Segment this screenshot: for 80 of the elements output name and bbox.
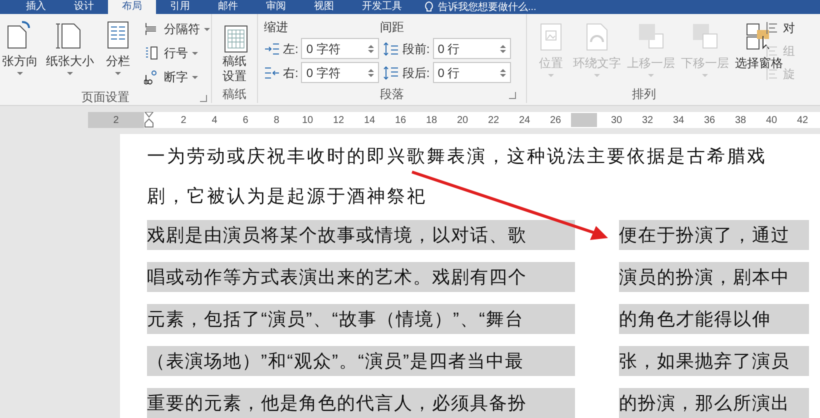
ribbon-tab[interactable]: 开发工具 [348,0,416,14]
field-label: 右: [283,64,298,82]
dropdown-caret-icon [67,72,73,75]
spinner-arrows-icon[interactable] [368,42,374,54]
ribbon-button[interactable]: 分栏 [100,18,136,75]
ruler-number: 26 [548,114,562,128]
dropdown-caret-icon [204,28,210,30]
ruler-number: 34 [672,114,686,128]
field-label: 段后: [402,64,430,82]
dialog-launcher-icon[interactable] [200,95,207,102]
dropdown-caret-icon [17,72,23,75]
ribbon-button[interactable]: 纸张大小 [44,18,96,75]
ribbon-button[interactable]: 断字 [144,66,210,88]
text-line: 剧，它被认为是起源于酒神祭祀 [147,185,427,208]
ribbon-tab[interactable]: 邮件 [204,0,252,14]
dropdown-caret-icon [192,76,198,78]
ruler-number: 18 [424,114,438,128]
ribbon-tab[interactable]: 布局 [108,0,156,14]
field-label: 左: [283,40,298,58]
dropdown-caret-icon [548,74,554,77]
ruler-number: 2 [180,114,188,128]
ruler-number: 20 [456,114,470,128]
ribbon-button[interactable]: 稿纸设置 [218,22,250,85]
ribbon-tab[interactable]: 审阅 [252,0,300,14]
spin-field[interactable]: 0 行 [432,38,511,59]
dropdown-caret-icon [192,52,198,54]
group-label: 页面设置 [82,89,130,106]
ribbon-button[interactable]: 行号 [144,42,210,64]
ruler-number: 32 [640,114,654,128]
indent-left-icon [264,40,280,56]
dropdown-caret-icon [648,74,654,77]
ruler-number: 24 [518,114,532,128]
ruler-number: 30 [610,114,624,128]
ruler-number: 6 [242,114,250,128]
ruler-number: 8 [272,114,280,128]
lines-icon [144,45,160,61]
ribbon-tab[interactable]: 插入 [12,0,60,14]
ruler-number: 36 [702,114,716,128]
ribbon-button[interactable]: 分隔符 [144,18,210,40]
section-title: 缩进 [264,19,289,36]
ruler-number: 10 [300,114,314,128]
spinner-arrows-icon[interactable] [368,66,374,78]
ruler-number: 40 [764,114,778,128]
ruler-number: 38 [734,114,748,128]
ruler-number: 14 [362,114,376,128]
space-after-icon [383,64,400,80]
spin-field[interactable]: 0 字符 [301,38,380,59]
section-title: 间距 [380,19,404,36]
ribbon-tab[interactable]: 设计 [60,0,108,14]
ruler-number: 16 [394,114,408,128]
field-label: 段前: [402,40,430,58]
tell-me-search[interactable]: 告诉我您想要做什么... [438,0,536,14]
ribbon-tab[interactable]: 视图 [300,0,348,14]
dropdown-caret-icon [702,74,708,77]
dialog-launcher-icon[interactable] [509,92,516,99]
arrange-tool-icon [765,44,779,58]
ruler-number: 4 [210,114,218,128]
lightbulb-icon [424,1,434,13]
indent-marker-icon[interactable] [144,112,154,128]
spinner-arrows-icon[interactable] [500,66,506,78]
group-label: 段落 [380,86,404,103]
arrange-tool-icon [765,21,779,35]
dropdown-caret-icon [115,72,121,75]
ruler-number: 22 [486,114,500,128]
text-line: 一为劳动或庆祝丰收时的即兴歌舞表演，这种说法主要依据是古希腊戏 [147,145,767,168]
indent-right-icon [264,64,280,80]
group-label: 排列 [632,86,656,103]
ribbon-tab[interactable]: 引用 [156,0,204,14]
spin-field[interactable]: 0 行 [432,62,511,83]
column-gap-marker-icon[interactable] [571,113,597,127]
ruler-number: 2 [113,114,119,128]
group-label: 稿纸 [222,86,246,103]
ruler-number: 42 [796,114,810,128]
spin-field[interactable]: 0 字符 [301,62,380,83]
ruler-number: 12 [332,114,346,128]
dropdown-caret-icon [594,74,600,77]
ribbon-button[interactable]: 张方向 [0,18,40,75]
space-before-icon [383,40,400,56]
arrange-tool-icon [765,67,779,81]
spinner-arrows-icon[interactable] [500,42,506,54]
